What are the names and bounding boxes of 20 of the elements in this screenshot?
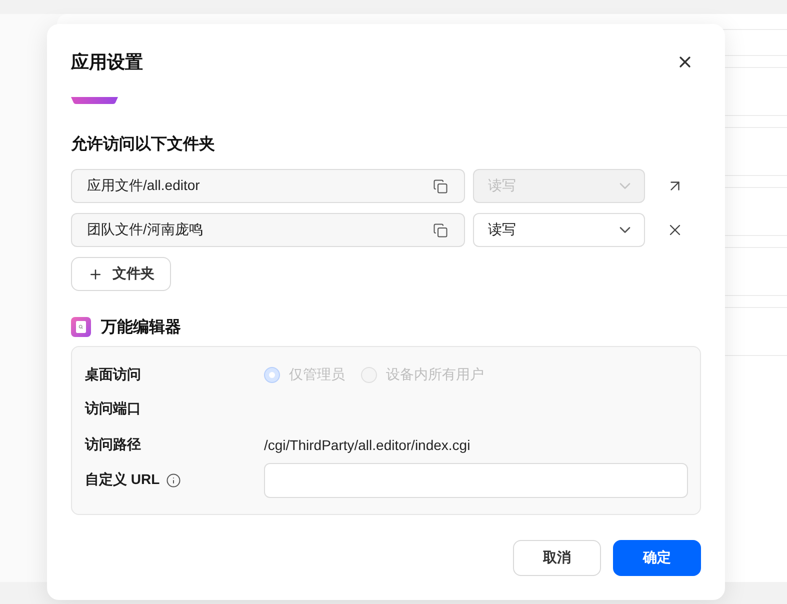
folder-path-field[interactable]: 团队文件/河南庞鸣 xyxy=(71,213,465,247)
confirm-button[interactable]: 确定 xyxy=(613,540,701,576)
access-path-text: /cgi/ThirdParty/all.editor/index.cgi xyxy=(264,437,470,453)
plus-icon xyxy=(88,266,102,282)
gradient-bar-icon xyxy=(71,97,118,104)
copy-icon[interactable] xyxy=(433,178,448,194)
dialog-title: 应用设置 xyxy=(71,51,143,74)
cancel-button[interactable]: 取消 xyxy=(513,540,601,576)
app-name: 万能编辑器 xyxy=(101,317,181,338)
info-icon[interactable] xyxy=(166,472,181,488)
setting-label: 访问路径 xyxy=(85,436,141,454)
setting-label: 桌面访问 xyxy=(85,366,141,384)
copy-icon[interactable] xyxy=(433,222,448,238)
add-folder-button[interactable]: 文件夹 xyxy=(71,257,171,291)
url-input-field[interactable] xyxy=(264,462,688,498)
section-heading: 允许访问以下文件夹 xyxy=(71,134,215,155)
setting-label: 自定义 URL xyxy=(85,471,160,489)
app-icon xyxy=(71,317,91,337)
setting-label: 访问端口 xyxy=(85,400,141,418)
permission-select[interactable]: 读写 xyxy=(473,213,645,247)
